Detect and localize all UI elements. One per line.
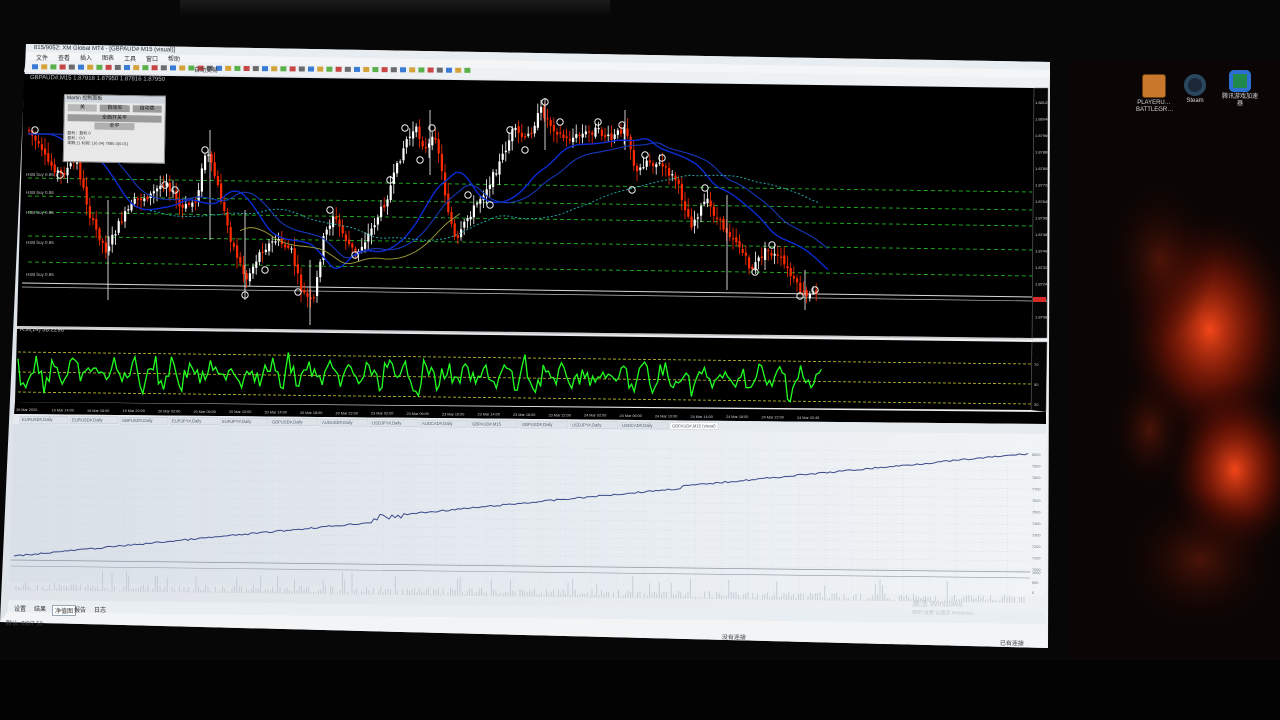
desktop-icon-steam[interactable]: Steam [1180,74,1210,105]
activate-windows-watermark: 激活 Windows 转到"设置"以激活 Windows。 [912,598,977,617]
menu-item[interactable]: 图表 [102,53,114,62]
close-button[interactable]: 关 [67,104,98,112]
tester-tab[interactable]: 设置 [12,604,28,613]
desktop-icon-pubg[interactable]: PLAYERU… BATTLEGR… [1136,74,1174,114]
menu-item[interactable]: 帮助 [168,54,180,63]
auto-trading-button[interactable]: 自动交易 [194,65,218,74]
pubg-icon [1142,74,1166,98]
close-all-button[interactable]: 全面开关平 [67,114,162,123]
desktop-icon-label: PLAYERU… BATTLEGR… [1136,100,1174,113]
auto-buy-button[interactable]: 自动买 [100,104,130,113]
tester-tab[interactable]: 日志 [92,605,108,614]
tester-tab[interactable]: 报告 [72,605,88,614]
tester-tab[interactable]: 结果 [32,604,48,613]
menu-item[interactable]: 查看 [58,53,70,62]
menu-item[interactable]: 文件 [36,53,48,62]
status-left: 默认: 2/0/7 50 [5,620,43,628]
game-accelerator-icon [1229,70,1251,92]
desktop-icon-label: 腾讯游戏加速器 [1222,94,1259,107]
menu-item[interactable]: 插入 [80,53,92,62]
menu-item[interactable]: 窗口 [146,54,158,63]
desktop-icon-label: Steam [1186,98,1204,104]
panel-stat[interactable]: 全平 [94,122,135,131]
panel-info-line: 本期:11 利润: (16.04) 7580.4(0.01) [67,140,129,147]
martin-control-panel: Martin 控制面板 关 自动买 自动卖 全面开关平 全平 盈利：盈利 0 盈… [62,94,166,164]
status-center: 没有连接 [721,634,746,642]
rsi-label: RSI(14) 38.2298 [19,327,65,334]
watermark-line-2: 转到"设置"以激活 Windows。 [911,609,978,617]
status-right: 已有连接 [999,640,1024,648]
auto-sell-button[interactable]: 自动卖 [132,105,162,113]
desktop-icon-accelerator[interactable]: 腾讯游戏加速器 [1222,70,1258,108]
watermark-line-1: 激活 Windows [911,598,963,609]
photo-background [0,0,1280,720]
menu-item[interactable]: 工具 [124,54,136,63]
steam-icon [1184,74,1206,96]
